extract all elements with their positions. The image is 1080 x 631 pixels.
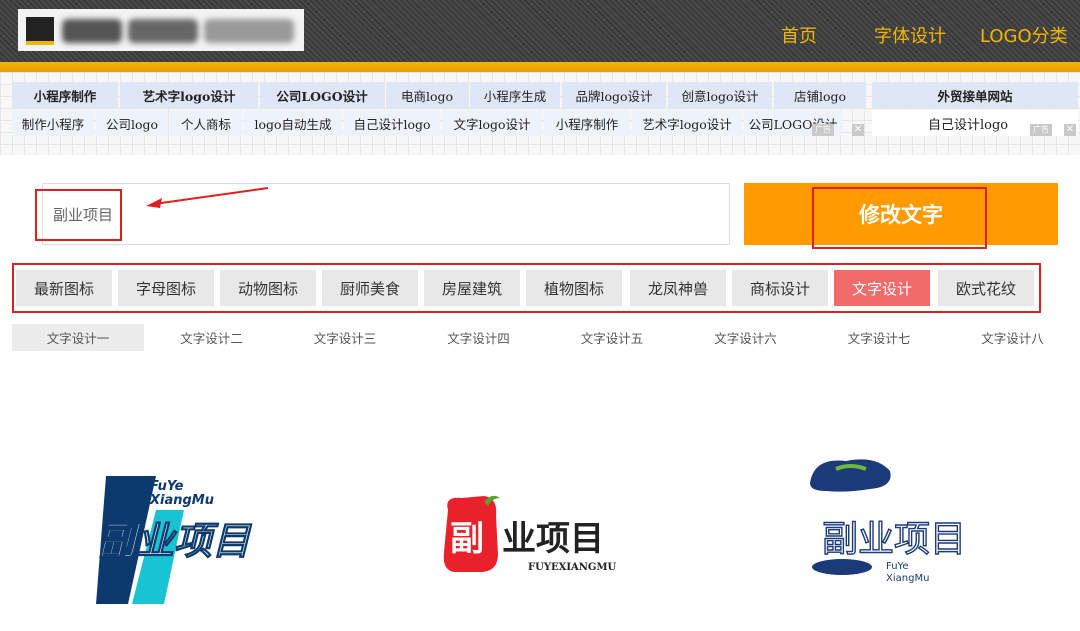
category-button[interactable]: 商标设计: [732, 270, 828, 306]
ad-link[interactable]: 自己设计logo: [344, 110, 440, 136]
ad-link[interactable]: 小程序制作: [12, 82, 118, 108]
ad-link[interactable]: 店铺logo: [774, 82, 866, 108]
ad-link-row: 小程序制作 艺术字logo设计 公司LOGO设计 电商logo 小程序生成 品牌…: [12, 82, 866, 108]
ad-info-tag[interactable]: 广告: [812, 124, 834, 136]
sample2-title-right: 业项目: [502, 519, 604, 559]
blurred-logo-text: [128, 19, 198, 43]
ad-link[interactable]: 创意logo设计: [668, 82, 772, 108]
logo-sample-2[interactable]: 副 业项目 FUYEXIANGMU: [440, 492, 630, 582]
ad-link[interactable]: 小程序生成: [470, 82, 560, 108]
sub-tab[interactable]: 文字设计五: [546, 324, 678, 351]
category-button[interactable]: 植物图标: [526, 270, 622, 306]
ad-link-table: 小程序制作 艺术字logo设计 公司LOGO设计 电商logo 小程序生成 品牌…: [12, 82, 868, 136]
sub-tab[interactable]: 文字设计八: [947, 324, 1079, 351]
sample2-title-left: 副: [450, 519, 484, 559]
sample1-line1: FuYe: [150, 479, 184, 494]
category-button[interactable]: 欧式花纹: [938, 270, 1034, 306]
category-button[interactable]: 龙凤神兽: [630, 270, 726, 306]
ad-link[interactable]: 小程序制作: [544, 110, 630, 136]
ad-close-icon[interactable]: ✕: [1064, 124, 1076, 136]
ad-link[interactable]: 艺术字logo设计: [120, 82, 258, 108]
ad-link[interactable]: 公司logo: [96, 110, 168, 136]
sub-tab[interactable]: 文字设计一: [12, 324, 144, 351]
sample2-subtitle: FUYEXIANGMU: [528, 562, 617, 573]
category-button[interactable]: 文字设计: [834, 270, 930, 306]
logo-mark-icon: [26, 17, 54, 45]
side-ad-block: 外贸接单网站 自己设计logo 广告 ✕: [872, 82, 1078, 136]
ad-link[interactable]: 制作小程序: [12, 110, 94, 136]
ad-close-icon[interactable]: ✕: [852, 124, 864, 136]
ad-link[interactable]: 文字logo设计: [442, 110, 542, 136]
sample1-title: 副业项目: [98, 519, 252, 563]
annotation-box-button: [812, 187, 987, 249]
sub-tab[interactable]: 文字设计六: [680, 324, 812, 351]
sample3-title: 副业项目: [822, 519, 966, 560]
ad-link-row: 制作小程序 公司logo 个人商标 logo自动生成 自己设计logo 文字lo…: [12, 110, 842, 136]
side-ad-link[interactable]: 外贸接单网站: [872, 82, 1078, 108]
category-button[interactable]: 厨师美食: [322, 270, 418, 306]
sub-tab[interactable]: 文字设计三: [279, 324, 411, 351]
category-button[interactable]: 字母图标: [118, 270, 214, 306]
ad-link[interactable]: 电商logo: [386, 82, 468, 108]
nav-logo-category[interactable]: LOGO分类: [980, 22, 1068, 48]
sub-tab[interactable]: 文字设计七: [813, 324, 945, 351]
sample3-line1: FuYe: [886, 561, 908, 572]
nav-font-design[interactable]: 字体设计: [874, 22, 946, 48]
ad-link[interactable]: 公司LOGO设计: [260, 82, 384, 108]
annotation-arrow-icon: [146, 187, 269, 208]
sub-tab[interactable]: 文字设计二: [146, 324, 278, 351]
logo-sample-1[interactable]: FuYe XiangMu 副业项目: [92, 470, 272, 610]
ad-link[interactable]: 品牌logo设计: [562, 82, 666, 108]
ad-link[interactable]: logo自动生成: [244, 110, 342, 136]
category-button[interactable]: 最新图标: [16, 270, 112, 306]
category-button[interactable]: 房屋建筑: [424, 270, 520, 306]
blurred-logo-text: [204, 19, 294, 43]
ad-link[interactable]: 个人商标: [170, 110, 242, 136]
annotation-box-input: [35, 189, 122, 241]
ad-info-tag[interactable]: 广告: [1030, 124, 1052, 136]
nav-home[interactable]: 首页: [781, 22, 817, 48]
blurred-logo-text: [62, 19, 122, 43]
ad-link[interactable]: 艺术字logo设计: [632, 110, 742, 136]
sample3-line2: XiangMu: [886, 573, 929, 584]
header-stripe: [0, 62, 1080, 72]
sample1-line2: XiangMu: [149, 493, 214, 508]
site-logo[interactable]: [18, 9, 304, 51]
category-button[interactable]: 动物图标: [220, 270, 316, 306]
logo-sample-3[interactable]: 副业项目 FuYe XiangMu: [806, 455, 966, 590]
sub-tab[interactable]: 文字设计四: [413, 324, 545, 351]
